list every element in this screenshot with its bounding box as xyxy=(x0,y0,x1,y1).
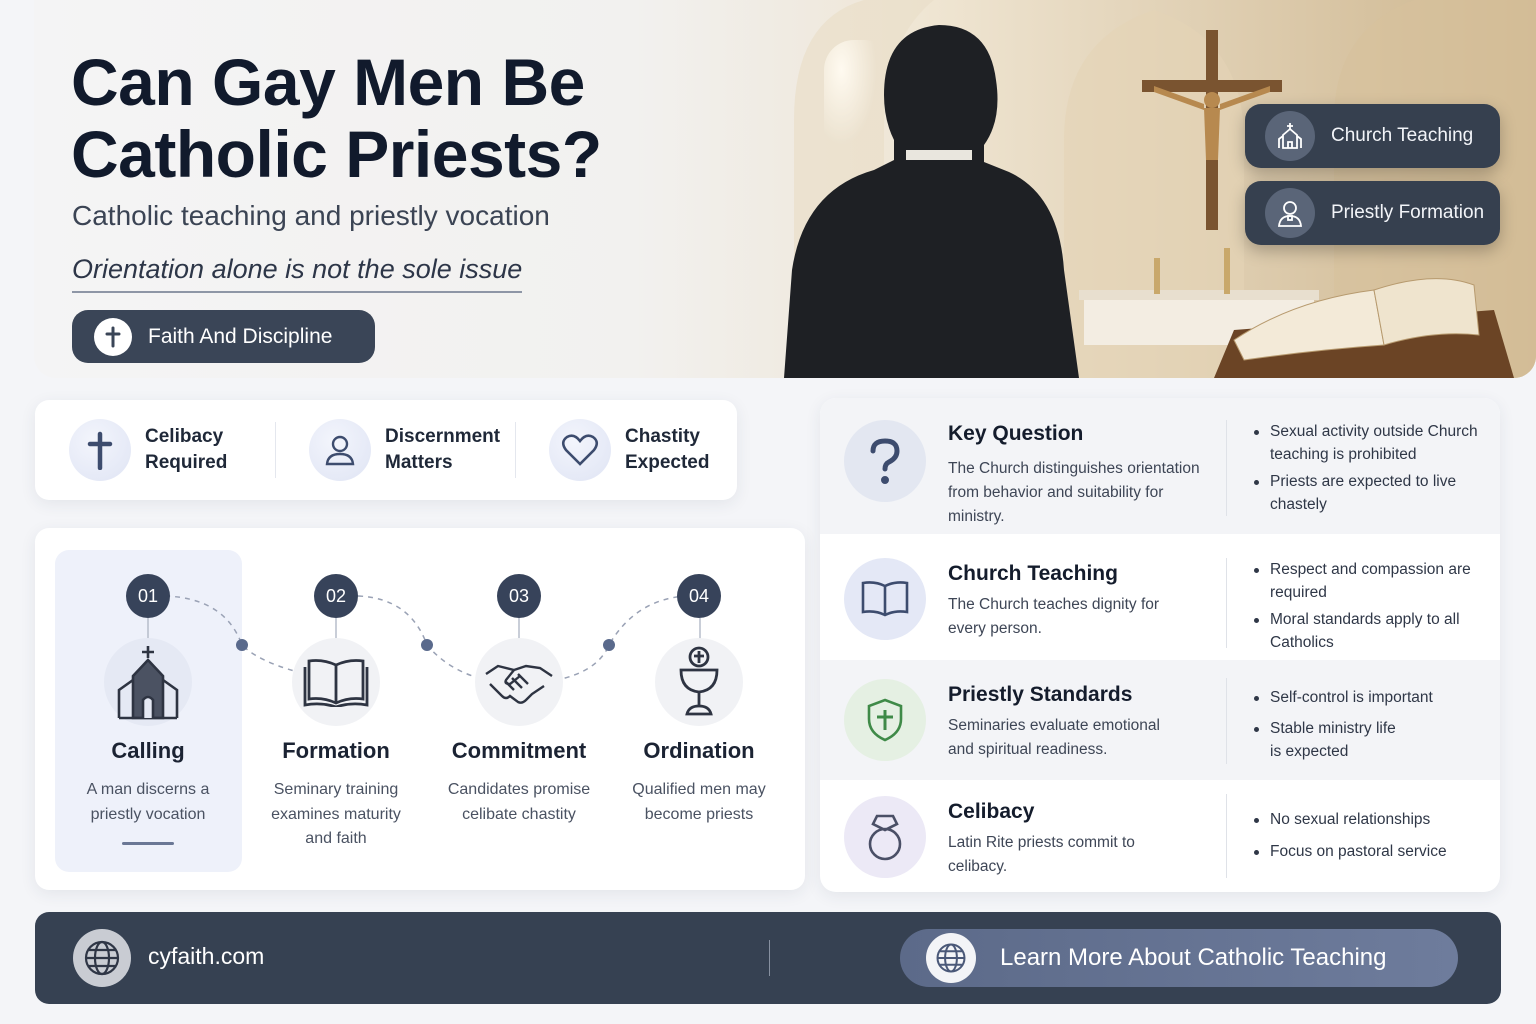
row-key-question: Key Question The Church distinguishes or… xyxy=(820,398,1500,534)
person-icon xyxy=(309,419,371,481)
row-title: Celibacy xyxy=(948,800,1035,823)
dove-cross-icon xyxy=(94,317,132,356)
tag-priestly-formation[interactable]: Priestly Formation xyxy=(1245,181,1500,245)
step-number: 04 xyxy=(677,574,721,618)
step-title: Ordination xyxy=(643,738,755,763)
bullet-item: Respect and compassion are required xyxy=(1252,558,1482,604)
bullet-item: Priests are expected to live chastely xyxy=(1252,470,1482,516)
cross-icon xyxy=(69,419,131,481)
info-panel: Key Question The Church distinguishes or… xyxy=(820,398,1500,892)
row-divider xyxy=(1226,678,1227,764)
faith-discipline-badge: Faith And Discipline xyxy=(72,310,375,363)
row-divider xyxy=(1226,558,1227,648)
footer-divider xyxy=(769,940,770,976)
step-title: Formation xyxy=(282,738,390,763)
tag-church-teaching[interactable]: Church Teaching xyxy=(1245,104,1500,168)
row-title: Key Question xyxy=(948,422,1084,445)
bullet-item: Sexual activity outside Church teaching … xyxy=(1252,420,1482,466)
fact-label: Discernment Matters xyxy=(385,426,501,473)
row-celibacy: Celibacy Latin Rite priests commit to ce… xyxy=(820,780,1500,892)
fact-label: Celibacy Required xyxy=(145,426,228,473)
quick-facts-bar: Celibacy Required Discernment Matters Ch… xyxy=(35,400,737,500)
step-desc: Seminary training examines maturity and … xyxy=(271,781,401,847)
step-title: Calling xyxy=(111,738,185,763)
bullet-item: No sexual relationships xyxy=(1252,808,1482,831)
handshake-icon xyxy=(475,638,563,726)
step-desc: Qualified men may become priests xyxy=(632,781,766,823)
learn-more-button[interactable]: Learn More About Catholic Teaching xyxy=(900,929,1458,987)
fact-label: Chastity Expected xyxy=(625,426,710,473)
ring-icon xyxy=(844,796,926,878)
step-number: 02 xyxy=(314,574,358,618)
row-bullets: Respect and compassion are required Mora… xyxy=(1252,558,1482,658)
step-number: 01 xyxy=(126,574,170,618)
globe-icon xyxy=(73,929,131,987)
bullet-item: Focus on pastoral service xyxy=(1252,840,1482,863)
row-bullets: Self-control is important Stable ministr… xyxy=(1252,686,1482,767)
row-desc: Latin Rite priests commit to celibacy. xyxy=(948,834,1135,875)
row-desc: Seminaries evaluate emotional and spirit… xyxy=(948,717,1160,758)
church-icon xyxy=(104,638,192,726)
priest-icon xyxy=(1265,188,1315,238)
fact-discernment: Discernment Matters xyxy=(275,400,515,500)
page-title: Can Gay Men Be Catholic Priests? xyxy=(71,45,602,191)
row-title: Priestly Standards xyxy=(948,683,1133,706)
step-desc: A man discerns a priestly vocation xyxy=(86,781,210,823)
row-church-teaching: Church Teaching The Church teaches digni… xyxy=(820,534,1500,660)
step-number: 03 xyxy=(497,574,541,618)
cta-label: Learn More About Catholic Teaching xyxy=(1000,944,1387,971)
step-desc: Candidates promise celibate chastity xyxy=(447,781,591,823)
row-divider xyxy=(1226,794,1227,878)
badge-label: Faith And Discipline xyxy=(148,324,333,348)
tag-label: Church Teaching xyxy=(1331,125,1474,146)
row-bullets: No sexual relationships Focus on pastora… xyxy=(1252,808,1482,867)
bullet-item: Stable ministry life is expected xyxy=(1252,717,1402,763)
row-desc: The Church teaches dignity for every per… xyxy=(948,596,1160,637)
bullet-item: Self-control is important xyxy=(1252,686,1482,709)
page-subtitle: Catholic teaching and priestly vocation xyxy=(72,200,550,231)
fact-chastity: Chastity Expected xyxy=(515,400,755,500)
tag-label: Priestly Formation xyxy=(1331,202,1485,223)
row-bullets: Sexual activity outside Church teaching … xyxy=(1252,420,1482,520)
globe-icon xyxy=(926,933,976,983)
chalice-icon xyxy=(655,638,743,726)
book-icon xyxy=(292,638,380,726)
footer-bar: cyfaith.com Learn More About Catholic Te… xyxy=(35,912,1501,1004)
bullet-item: Moral standards apply to all Catholics xyxy=(1252,608,1482,654)
question-icon xyxy=(844,420,926,502)
row-title: Church Teaching xyxy=(948,562,1118,585)
fact-celibacy: Celibacy Required xyxy=(35,400,275,500)
row-divider xyxy=(1226,420,1227,516)
tagline: Orientation alone is not the sole issue xyxy=(72,254,523,293)
row-priestly-standards: Priestly Standards Seminaries evaluate e… xyxy=(820,660,1500,780)
vocation-steps: 01 Calling A man discerns a priestly voc… xyxy=(35,528,805,890)
book-icon xyxy=(844,558,926,640)
church-icon xyxy=(1265,111,1315,161)
hero-banner: Can Gay Men Be Catholic Priests? Catholi… xyxy=(34,0,1536,378)
row-desc: The Church distinguishes orientation fro… xyxy=(948,460,1200,525)
website-link[interactable]: cyfaith.com xyxy=(148,943,264,970)
heart-icon xyxy=(549,419,611,481)
shield-cross-icon xyxy=(844,679,926,761)
active-step-indicator xyxy=(122,842,174,845)
step-title: Commitment xyxy=(451,738,587,763)
